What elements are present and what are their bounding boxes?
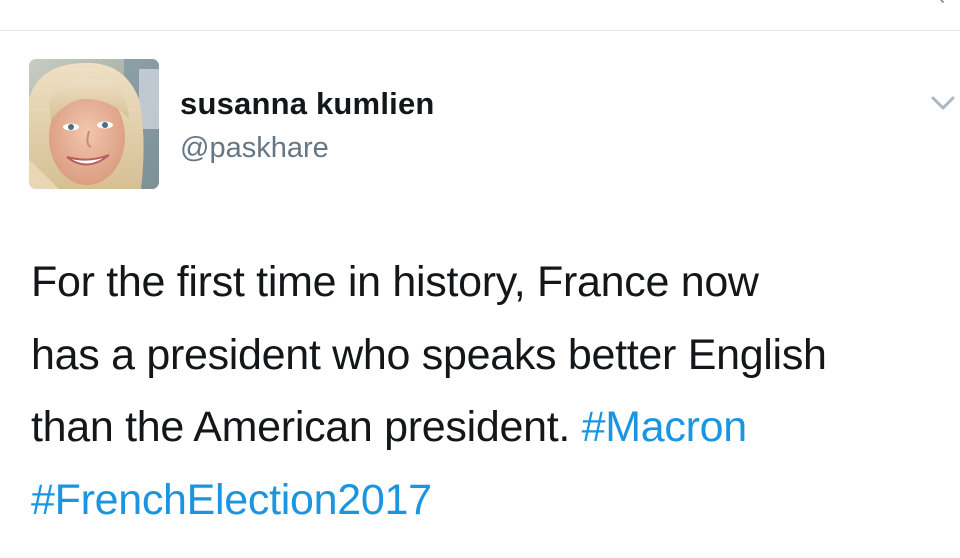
tweet-text: For the first time in history, France no…: [31, 246, 956, 536]
tweet-text-segment: than the American president.: [31, 403, 582, 451]
chevron-down-icon[interactable]: [930, 94, 956, 112]
user-info: susanna kumlien @paskhare: [180, 86, 435, 165]
avatar[interactable]: [29, 59, 159, 189]
tweet-text-line: #FrenchElection2017: [31, 464, 956, 537]
tweet-text-line: than the American president. #Macron: [31, 391, 956, 464]
chevron-down-icon-partial: [939, 0, 944, 3]
display-name[interactable]: susanna kumlien: [180, 86, 435, 122]
profile-photo: [29, 59, 159, 189]
top-divider: [0, 30, 960, 31]
hashtag-link[interactable]: #FrenchElection2017: [31, 476, 432, 524]
tweet-text-line: has a president who speaks better Englis…: [31, 330, 827, 379]
hashtag-link[interactable]: #Macron: [582, 403, 748, 451]
tweet-text-line: For the first time in history, France no…: [31, 258, 759, 306]
user-handle[interactable]: @paskhare: [180, 131, 435, 165]
